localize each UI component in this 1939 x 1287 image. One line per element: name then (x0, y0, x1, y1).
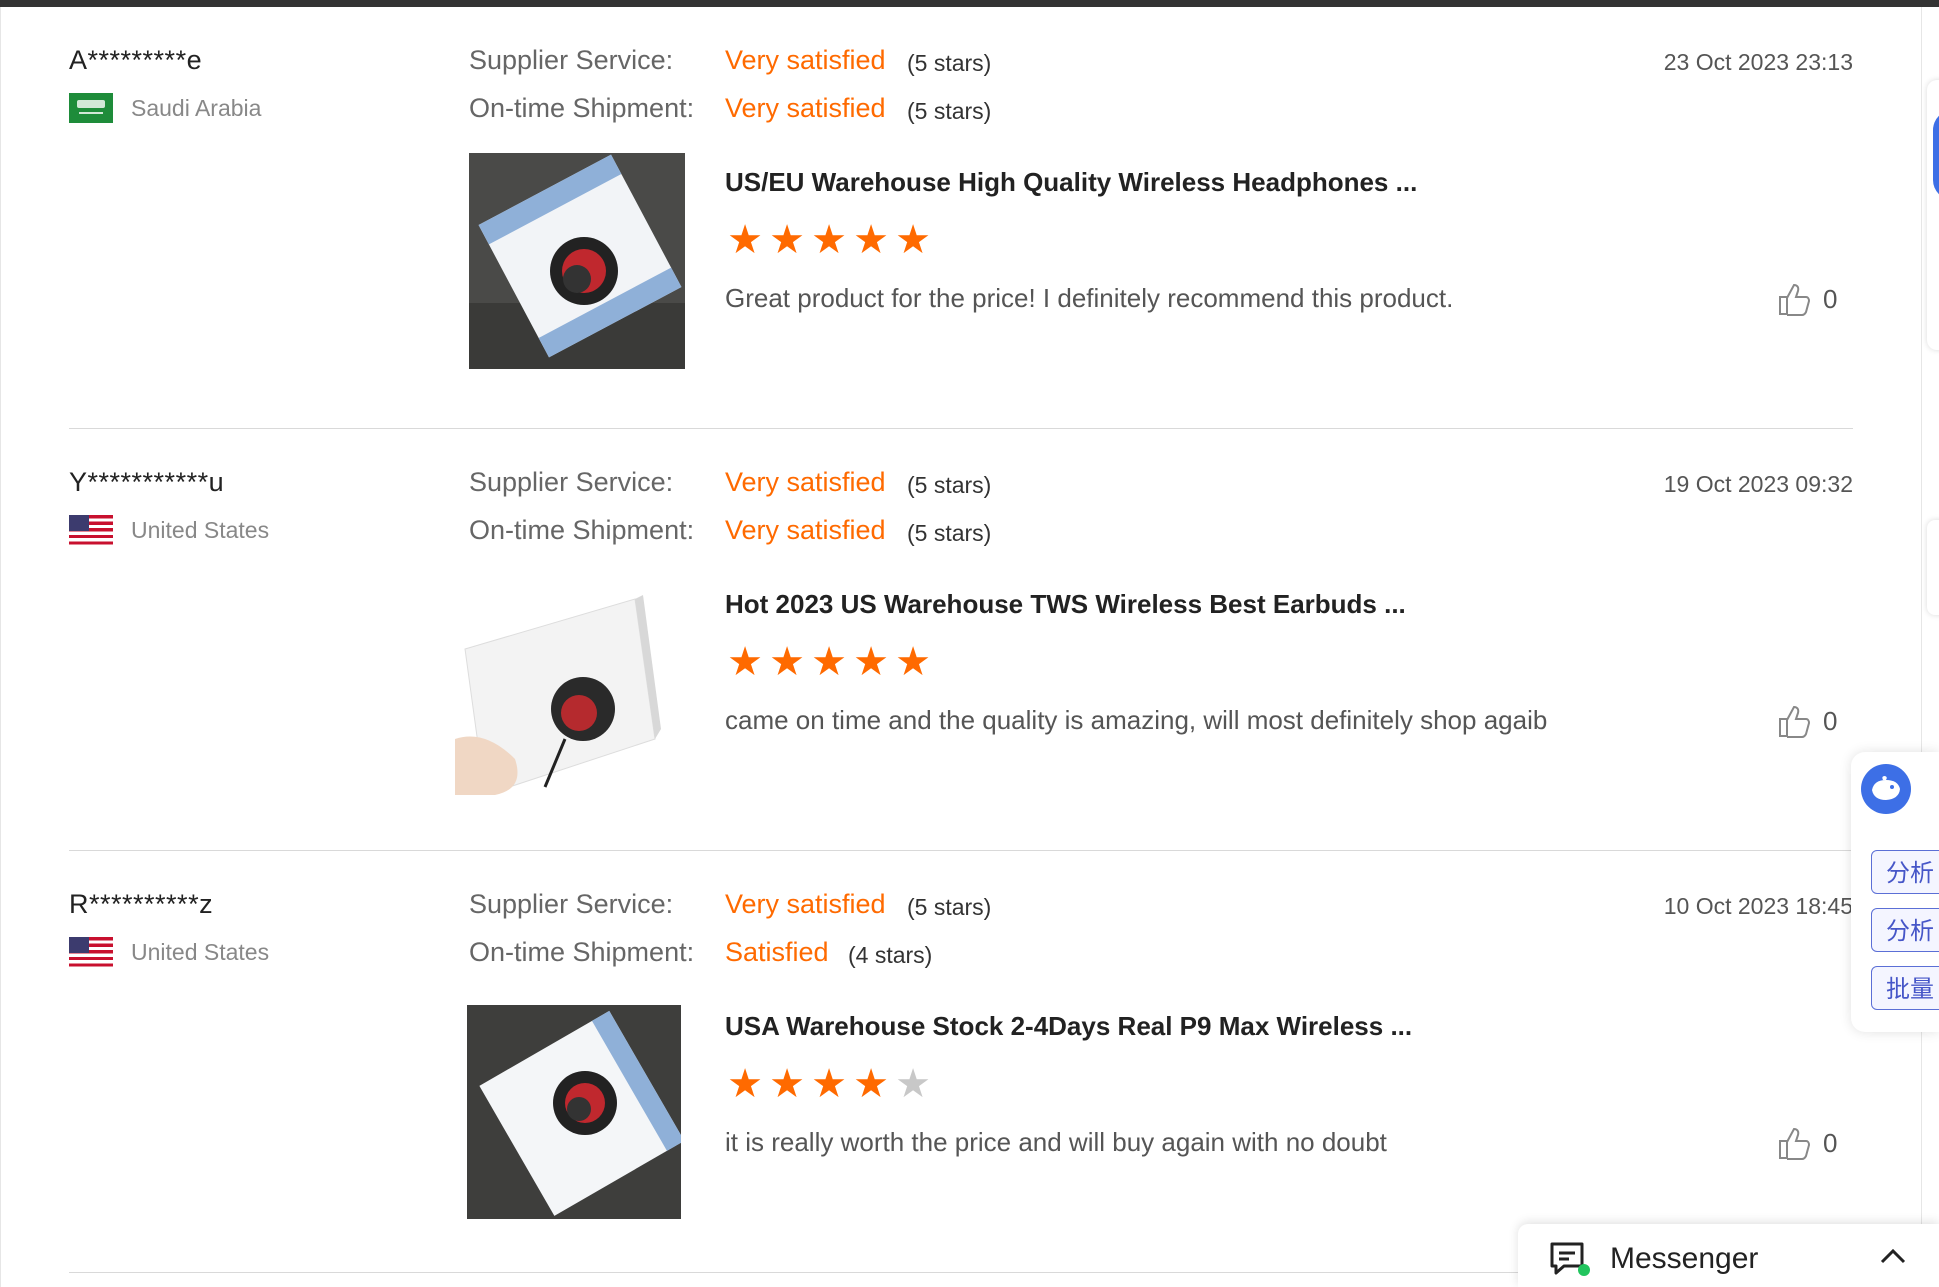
saudi-arabia-flag-icon (69, 93, 113, 123)
side-batch-button[interactable]: 批量 (1871, 966, 1939, 1010)
star-filled-icon: ★ (853, 218, 889, 262)
united-states-flag-icon (69, 515, 113, 545)
supplier-service-value: Very satisfied (725, 467, 886, 497)
shipment-value: Very satisfied (725, 93, 886, 123)
review-date: 10 Oct 2023 18:45 (1663, 893, 1853, 919)
star-filled-icon: ★ (895, 218, 931, 262)
review-comment: Great product for the price! I definitel… (725, 283, 1454, 313)
star-filled-icon: ★ (811, 1062, 847, 1106)
buyer-country: United States (69, 515, 269, 545)
supplier-service-stars: (5 stars) (907, 894, 992, 920)
like-count: 0 (1823, 705, 1838, 736)
shipment-value: Satisfied (725, 937, 829, 967)
star-filled-icon: ★ (727, 218, 763, 262)
product-thumbnail[interactable] (455, 589, 671, 795)
star-filled-icon: ★ (811, 218, 847, 262)
star-filled-icon: ★ (769, 640, 805, 684)
whale-icon[interactable] (1861, 764, 1911, 814)
left-border (0, 7, 1, 1287)
buyer-name: R**********z (69, 889, 214, 919)
country-name: United States (131, 516, 270, 543)
review-date: 19 Oct 2023 09:32 (1663, 471, 1853, 497)
shipment-stars: (5 stars) (907, 520, 992, 546)
star-empty-icon: ★ (895, 1062, 931, 1106)
side-analyze-button[interactable]: 分析 (1871, 850, 1939, 894)
floating-tool-panel: 分析 分析 批量 (1851, 752, 1939, 1032)
supplier-service-stars: (5 stars) (907, 472, 992, 498)
star-filled-icon: ★ (853, 640, 889, 684)
product-rating: ★ ★ ★ ★ ★ (725, 642, 933, 682)
review-comment: came on time and the quality is amazing,… (725, 705, 1548, 735)
country-name: United States (131, 938, 270, 965)
buyer-country: United States (69, 937, 269, 967)
country-name: Saudi Arabia (131, 94, 262, 121)
united-states-flag-icon (69, 937, 113, 967)
product-title-link[interactable]: Hot 2023 US Warehouse TWS Wireless Best … (725, 589, 1406, 620)
product-rating: ★ ★ ★ ★ ★ (725, 220, 933, 260)
shipment-label: On-time Shipment: (469, 515, 695, 545)
star-filled-icon: ★ (853, 1062, 889, 1106)
like-button[interactable]: 0 (1777, 703, 1853, 739)
product-rating: ★ ★ ★ ★ ★ (725, 1064, 933, 1104)
messenger-bar[interactable]: Messenger (1518, 1224, 1939, 1287)
shipment-label: On-time Shipment: (469, 93, 695, 123)
chat-icon (1550, 1242, 1590, 1276)
like-button[interactable]: 0 (1777, 281, 1853, 317)
chevron-up-icon[interactable] (1878, 1246, 1908, 1266)
content-right-border (1921, 7, 1922, 1287)
review-item: R**********z United States Supplier Serv… (69, 851, 1853, 1273)
side-analyze-button-2[interactable]: 分析 (1871, 908, 1939, 952)
review-item: Y***********u United States Supplier Ser… (69, 429, 1853, 851)
supplier-service-label: Supplier Service: (469, 467, 674, 497)
review-item: A*********e Saudi Arabia Supplier Servic… (69, 7, 1853, 429)
star-filled-icon: ★ (769, 218, 805, 262)
supplier-service-value: Very satisfied (725, 889, 886, 919)
review-date: 23 Oct 2023 23:13 (1663, 49, 1853, 75)
supplier-service-label: Supplier Service: (469, 45, 674, 75)
star-filled-icon: ★ (811, 640, 847, 684)
product-title-link[interactable]: USA Warehouse Stock 2-4Days Real P9 Max … (725, 1011, 1412, 1042)
review-comment: it is really worth the price and will bu… (725, 1127, 1387, 1157)
side-widget-tab[interactable] (1927, 520, 1939, 615)
product-thumbnail[interactable] (467, 1005, 681, 1219)
thumbs-up-icon (1779, 1127, 1811, 1160)
like-count: 0 (1823, 283, 1838, 314)
shipment-value: Very satisfied (725, 515, 886, 545)
star-filled-icon: ★ (727, 640, 763, 684)
buyer-country: Saudi Arabia (69, 93, 261, 123)
product-thumbnail[interactable] (469, 153, 685, 369)
star-filled-icon: ★ (895, 640, 931, 684)
shipment-stars: (4 stars) (848, 942, 933, 968)
thumbs-up-icon (1779, 283, 1811, 316)
messenger-label: Messenger (1610, 1242, 1759, 1275)
supplier-service-stars: (5 stars) (907, 50, 992, 76)
product-title-link[interactable]: US/EU Warehouse High Quality Wireless He… (725, 167, 1417, 198)
thumbs-up-icon (1779, 705, 1811, 738)
star-filled-icon: ★ (727, 1062, 763, 1106)
supplier-service-label: Supplier Service: (469, 889, 674, 919)
star-filled-icon: ★ (769, 1062, 805, 1106)
side-widget-tab[interactable] (1927, 80, 1939, 350)
like-button[interactable]: 0 (1777, 1125, 1853, 1161)
supplier-service-value: Very satisfied (725, 45, 886, 75)
like-count: 0 (1823, 1127, 1838, 1158)
buyer-name: A*********e (69, 45, 203, 75)
buyer-name: Y***********u (69, 467, 225, 497)
shipment-label: On-time Shipment: (469, 937, 695, 967)
shipment-stars: (5 stars) (907, 98, 992, 124)
top-bar (0, 0, 1939, 7)
